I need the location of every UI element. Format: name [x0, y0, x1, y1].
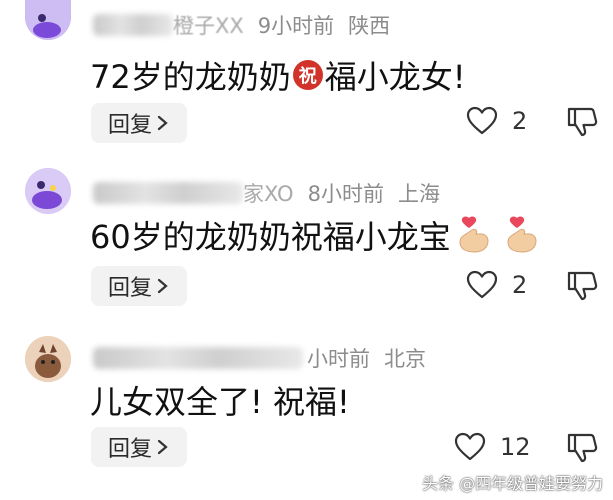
- heart-outline-icon: [466, 270, 498, 299]
- dislike-button[interactable]: [566, 270, 600, 306]
- like-count: 12: [500, 433, 531, 461]
- reply-button[interactable]: 回复: [91, 103, 187, 143]
- comment-meta: 橙子XX 9小时前 陕西: [93, 10, 390, 40]
- like-button[interactable]: 12: [454, 432, 531, 462]
- heart-outline-icon: [454, 432, 486, 461]
- avatar[interactable]: [25, 168, 71, 214]
- reply-button[interactable]: 回复: [91, 427, 187, 467]
- comment-time: 9小时前: [257, 14, 335, 38]
- zhu-badge-emoji: 祝: [292, 60, 323, 90]
- like-button[interactable]: 2: [466, 270, 527, 300]
- comment-meta: 小时前 北京: [93, 343, 426, 373]
- like-count: 2: [512, 271, 528, 299]
- comment-meta: 家XO 8小时前 上海: [93, 178, 440, 208]
- reply-label: 回复: [107, 276, 152, 301]
- chevron-right-icon: [157, 278, 168, 294]
- username-redacted[interactable]: [93, 347, 303, 369]
- like-button[interactable]: 2: [466, 106, 527, 136]
- comment-text-part: 72岁的龙奶奶: [90, 58, 291, 96]
- thumbs-down-icon: [567, 433, 598, 463]
- username-redacted[interactable]: [93, 14, 173, 36]
- username-partial[interactable]: 橙子XX: [173, 10, 244, 40]
- chevron-right-icon: [157, 439, 168, 455]
- avatar-image: [25, 168, 71, 214]
- chevron-right-icon: [157, 115, 168, 131]
- comment-time: 小时前: [307, 347, 370, 371]
- thumbs-down-icon: [567, 271, 598, 301]
- reply-button[interactable]: 回复: [91, 266, 187, 306]
- avatar[interactable]: [25, 336, 71, 382]
- finger-heart-emoji: [459, 216, 489, 253]
- avatar[interactable]: [25, 0, 71, 40]
- username-redacted[interactable]: [93, 182, 243, 204]
- like-count: 2: [512, 107, 528, 135]
- comment-location: 北京: [384, 347, 426, 371]
- watermark: 头条 @四年级普娃要努力: [422, 474, 604, 493]
- thumbs-down-icon: [567, 107, 598, 137]
- dislike-button[interactable]: [566, 106, 600, 142]
- comment-time: 8小时前: [307, 182, 384, 206]
- dislike-button[interactable]: [566, 432, 600, 468]
- finger-heart-emoji: [507, 216, 537, 253]
- avatar-image: [25, 336, 71, 382]
- comment-text: 72岁的龙奶奶 祝 福小龙女!: [90, 52, 466, 98]
- comment-text-part: 60岁的龙奶奶祝福小龙宝: [90, 218, 451, 256]
- comment-text-part: 福小龙女!: [324, 58, 466, 96]
- comment-text: 60岁的龙奶奶祝福小龙宝: [90, 212, 547, 258]
- comment-location: 陕西: [348, 14, 391, 38]
- reply-label: 回复: [107, 113, 152, 138]
- avatar-image: [25, 0, 71, 40]
- reply-label: 回复: [107, 437, 152, 462]
- comment-location: 上海: [397, 182, 440, 206]
- comment-text: 儿女双全了! 祝福!: [90, 377, 350, 423]
- comment-text-part: 儿女双全了! 祝福!: [90, 383, 350, 421]
- username-partial[interactable]: 家XO: [243, 178, 294, 208]
- heart-outline-icon: [466, 106, 498, 135]
